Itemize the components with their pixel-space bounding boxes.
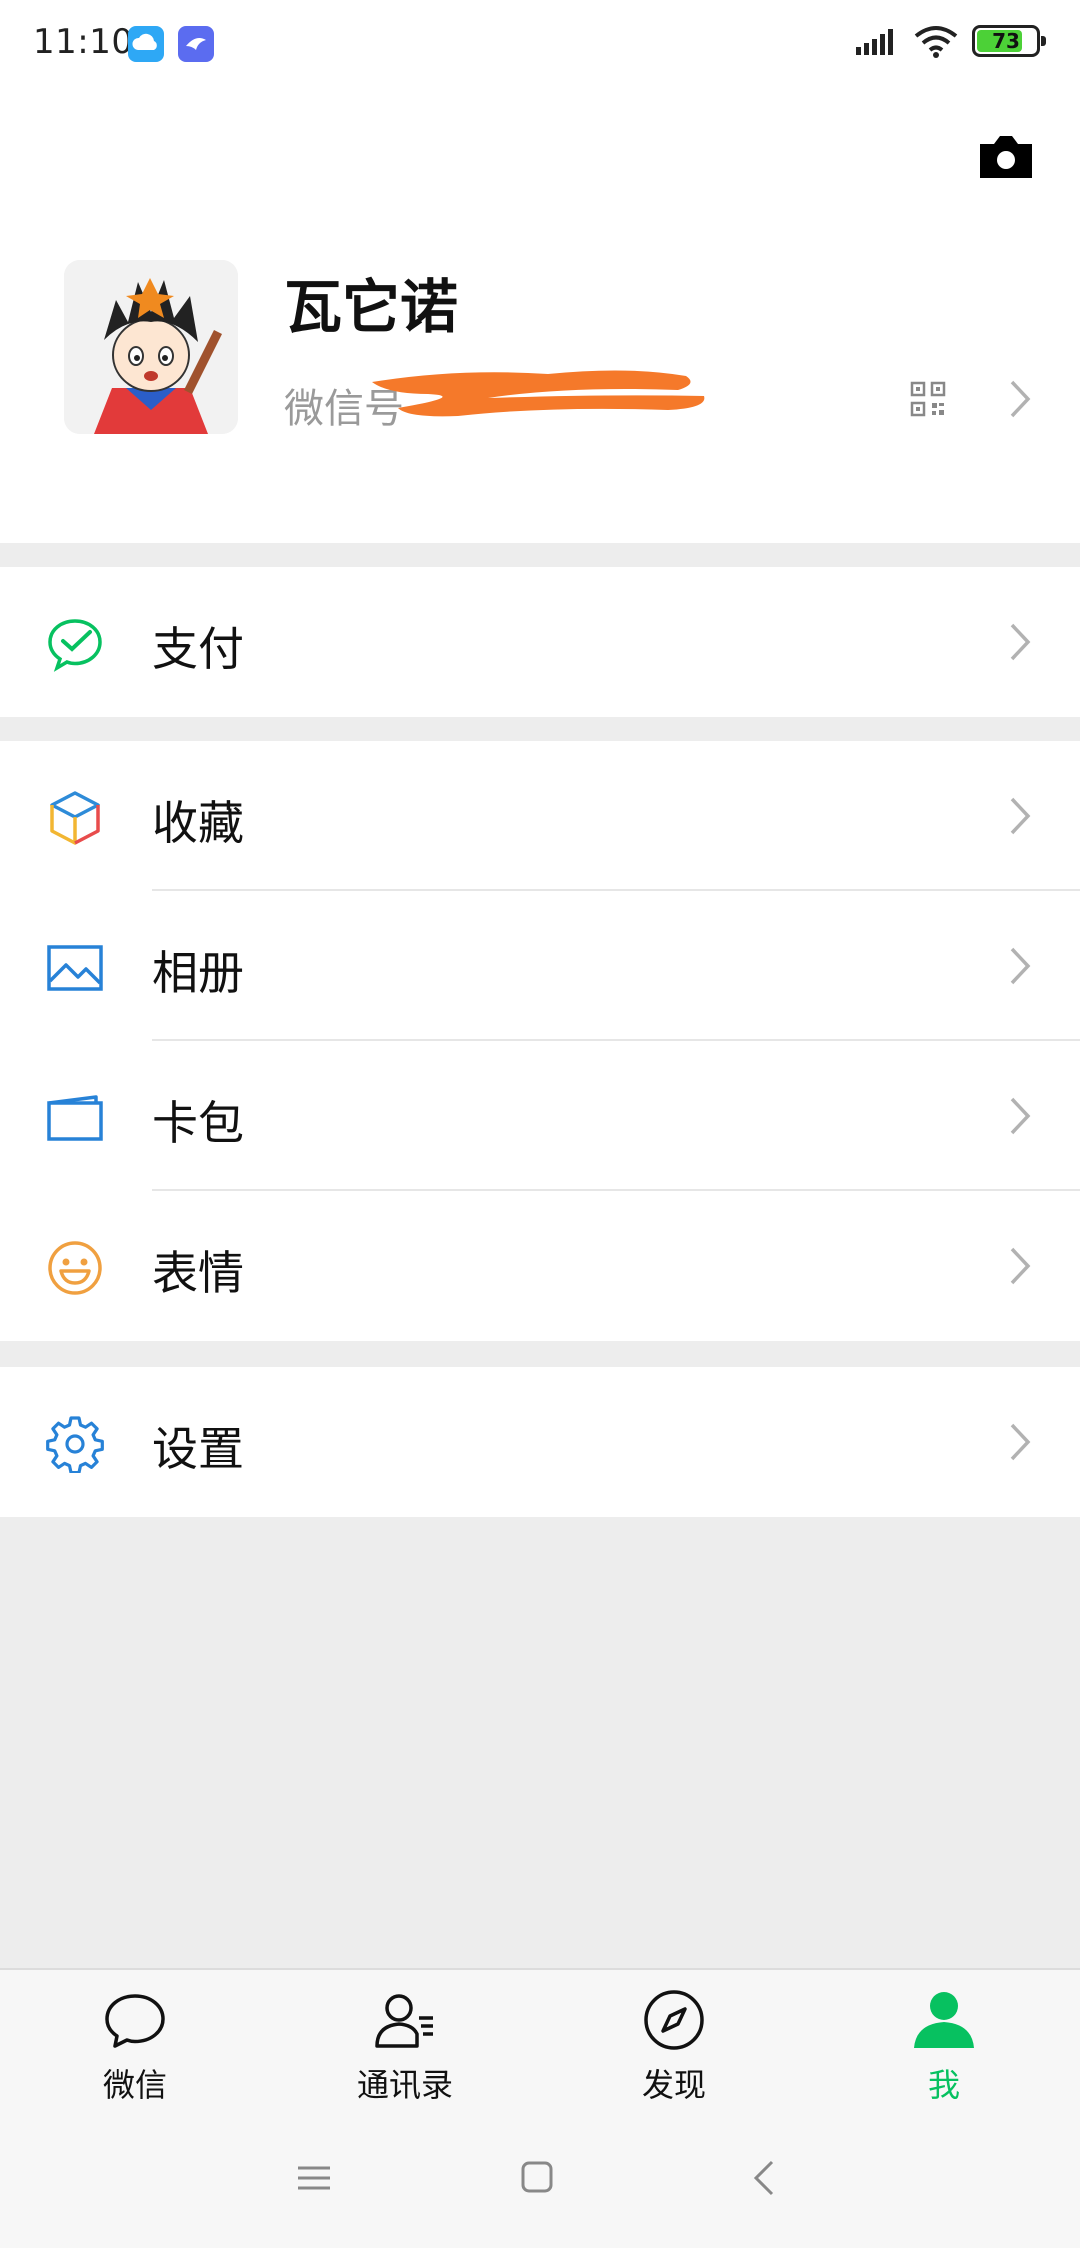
status-bar: 11:10 73 [0, 0, 1080, 88]
signal-icon [856, 29, 893, 55]
chevron-right-icon [1010, 947, 1031, 985]
cube-icon [50, 791, 100, 845]
menu-item-label: 支付 [152, 622, 244, 676]
chevron-right-icon[interactable] [1008, 378, 1032, 420]
avatar[interactable] [64, 260, 238, 434]
menu-icon[interactable] [296, 2158, 332, 2198]
chat-bubble-icon [105, 1994, 165, 2048]
compass-icon [644, 1990, 704, 2050]
menu-group-pay: 支付 [0, 567, 1080, 717]
menu-item-favorites[interactable]: 收藏 [0, 741, 1080, 891]
tab-chats[interactable]: 微信 [35, 1970, 235, 2120]
profile-header[interactable]: 瓦它诺 微信号 [0, 88, 1080, 543]
menu-item-album[interactable]: 相册 [0, 891, 1080, 1041]
menu-item-label: 表情 [152, 1246, 244, 1300]
tab-me[interactable]: 我 [844, 1970, 1044, 2120]
gear-icon [46, 1416, 104, 1473]
chevron-right-icon [1010, 797, 1031, 835]
photo-icon [47, 945, 103, 991]
chevron-right-icon [1010, 1423, 1031, 1461]
person-icon [914, 1992, 974, 2048]
bottom-tab-bar: 微信 通讯录 发现 我 [0, 1968, 1080, 2118]
menu-group-personal: 收藏 相册 卡包 表情 [0, 741, 1080, 1341]
wechat-pay-icon [48, 619, 102, 672]
card-wallet-icon [47, 1095, 103, 1141]
menu-item-label: 收藏 [152, 796, 244, 850]
redaction-mark [372, 370, 705, 417]
menu-group-settings: 设置 [0, 1367, 1080, 1517]
menu-item-label: 相册 [152, 946, 244, 1000]
menu-item-label: 设置 [152, 1422, 244, 1476]
profile-nickname: 瓦它诺 [284, 273, 459, 341]
menu-item-label: 卡包 [152, 1096, 244, 1150]
battery-level: 73 [992, 29, 1020, 53]
back-icon[interactable] [752, 2158, 776, 2198]
camera-icon[interactable] [976, 132, 1036, 182]
tab-label: 通讯录 [356, 2066, 453, 2104]
status-time: 11:10 [33, 22, 134, 62]
tab-label: 我 [927, 2066, 960, 2104]
menu-item-stickers[interactable]: 表情 [0, 1191, 1080, 1341]
cloud-app-icon [128, 26, 164, 62]
system-nav-bar [0, 2118, 1080, 2248]
menu-item-settings[interactable]: 设置 [0, 1367, 1080, 1517]
menu-item-pay[interactable]: 支付 [0, 567, 1080, 717]
menu-item-cards[interactable]: 卡包 [0, 1041, 1080, 1191]
home-icon[interactable] [520, 2158, 554, 2198]
chevron-right-icon [1010, 623, 1031, 661]
qr-code-icon[interactable] [910, 381, 946, 417]
wifi-icon [914, 26, 958, 58]
chevron-right-icon [1010, 1247, 1031, 1285]
bird-app-icon [178, 26, 214, 62]
battery-icon: 73 [972, 25, 1046, 57]
tab-contacts[interactable]: 通讯录 [305, 1970, 505, 2120]
tab-label: 微信 [102, 2066, 167, 2104]
chevron-right-icon [1010, 1097, 1031, 1135]
tab-label: 发现 [641, 2066, 706, 2104]
contacts-icon [375, 1994, 433, 2048]
smiley-icon [48, 1241, 102, 1295]
tab-discover[interactable]: 发现 [574, 1970, 774, 2120]
